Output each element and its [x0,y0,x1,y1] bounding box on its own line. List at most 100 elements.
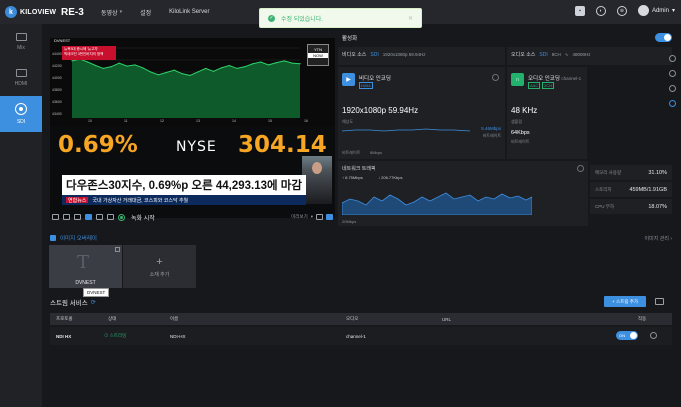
data-point [181,73,183,75]
data-point [173,69,175,71]
status-title: 활성화 [342,36,358,42]
chevron-down-icon: ▾ [310,214,313,219]
bitrate-mode-value: 8Mbps [370,150,383,155]
video-source-badge: SDI [370,51,379,58]
x-tick: 13 [196,119,200,123]
add-material-label: 소재 추가 [149,271,170,278]
image-icon[interactable] [85,214,92,220]
data-point [142,67,144,69]
headphone-icon: ∩ [511,73,524,86]
image-manage-link[interactable]: 이미지 관리 › [645,235,672,242]
video-bitrate-value: 5.46Mbps [481,126,501,131]
notification-icon[interactable]: ▪ [574,5,585,16]
volume-icon[interactable] [316,214,323,220]
overlay-item[interactable]: T DVNEST [49,245,122,288]
video-preview[interactable]: DVNEST 뉴욕3대 증시에 '뉴고자' 빅테크인 3번인버지의 정책 444… [50,38,335,218]
news-caption: 다우존스30지수, 0.69%p 오른 44,293.13에 마감 [62,175,306,195]
stream-toggle[interactable]: ON [616,331,638,340]
record-button[interactable]: 녹화 시작 [131,213,155,222]
data-point [267,64,270,66]
delete-icon[interactable] [650,332,657,339]
sidebar-item-sdi[interactable]: SDI [0,96,42,132]
add-material-button[interactable]: + 소재 추가 [123,245,196,288]
stat-value: 459MB/1.91GB [629,186,667,193]
fullscreen-icon[interactable] [326,214,333,220]
globe-icon[interactable] [577,165,584,172]
manage-label: 이미지 관리 [644,235,669,242]
top-icons: ▪ ◐ ⊕ Admin ▾ [574,5,675,16]
audio-bitrate: 64Kbps [511,130,530,136]
theme-icon[interactable]: ◐ [595,5,606,16]
add-stream-button[interactable]: + 스트림 추가 [604,296,646,307]
ytn-now: NOW [308,53,328,58]
column-header: 오디오 [346,316,359,321]
multiview-icon[interactable] [74,214,81,220]
check-icon: ✓ [268,14,275,22]
hdmi-icon [15,69,27,77]
sidebar-item-hdmi[interactable]: HDMI [0,60,42,96]
data-point [236,67,238,70]
mix-icon [15,33,27,41]
close-icon[interactable]: ✕ [408,15,413,22]
network-up: ↑ 6.75Mbps [342,175,363,180]
info-icon[interactable] [669,70,676,77]
sidebar: Mix HDMI SDI [0,24,42,407]
y-tick: 43600 [52,100,62,104]
table-row: NDI HX ⊙ 스트리밍 NDI-HX channel-1 ON [50,327,672,345]
grid-icon[interactable] [63,214,70,220]
nav-kilolink[interactable]: KiloLink Server [169,9,209,15]
preview-mode-label: 미리보기 [291,214,308,219]
x-tick: 14 [232,119,236,123]
nav-settings[interactable]: 설정 [140,8,151,17]
settings-icon[interactable] [669,55,676,62]
preview-mode[interactable]: 미리보기 ▾ [291,214,335,220]
target-icon[interactable] [669,100,676,107]
data-point [102,67,105,70]
ticker-text: 국내 가상자산 거래대금, 코스피와 코스닥 추월 [92,198,189,204]
video-bitrate-label: 비트레이트 [482,133,501,138]
audio-icon[interactable] [107,214,114,220]
refresh-icon[interactable]: ⟳ [91,299,96,306]
record-icon[interactable] [118,213,125,221]
nav-video[interactable]: 동영상 ▾ [101,8,122,17]
preview-headline-box: 뉴욕3대 증시에 '뉴고자' 빅테크인 3번인버지의 정책 [62,46,116,60]
brand-logo: k KILOVIEW [5,6,57,18]
audio-ch-chip: 2CH [542,82,555,89]
data-point [150,71,152,73]
signal-icon[interactable] [669,85,676,92]
sdi-icon [15,103,27,115]
nav-label: KiloLink Server [169,9,210,15]
network-traffic-graph [342,192,532,215]
cloud-icon[interactable] [96,214,103,220]
overlay-item-checkbox[interactable] [115,247,120,252]
folder-icon[interactable] [655,298,664,305]
data-point [283,60,285,62]
status-panel: 활성화 비디오 소스 SDI 1920x1080p 59.94Hz 오디오 소스… [338,32,676,226]
user-menu[interactable]: Admin ▾ [637,5,675,16]
audio-source-head: 오디오 소스 SDI 8CH ∿ 48000Hz [511,51,591,59]
data-point [299,63,301,65]
sidebar-item-label: HDMI [14,81,28,87]
layout-icon[interactable] [52,214,59,220]
data-point [228,64,230,67]
data-point [244,66,246,68]
gear-icon[interactable] [492,74,499,81]
news-ticker: 연합뉴스 국내 가상자산 거래대금, 코스피와 코스닥 추월 [62,195,306,205]
anchor-face [312,162,322,174]
sidebar-item-mix[interactable]: Mix [0,24,42,60]
row-audio: channel-1 [346,333,366,339]
column-header: 이름 [170,316,179,321]
y-tick: 43800 [52,88,62,92]
overlay-checkbox[interactable] [50,235,56,241]
audio-bitrate-label: 비트레이트 [511,139,530,144]
enable-toggle[interactable] [655,33,672,42]
language-icon[interactable]: ⊕ [616,5,627,16]
video-codec-chip: H264 [359,82,373,89]
memory-stat: 메모리 사용량 31.10% [590,165,672,180]
preview-toolbar: 녹화 시작 미리보기 ▾ [50,210,335,224]
main-content: DVNEST 뉴욕3대 증시에 '뉴고자' 빅테크인 3번인버지의 정책 444… [46,24,678,407]
network-traffic-card: 네트워크 트래픽 ↑ 6.75Mbps ↓ 206.77Kbps 20Mbps [338,161,588,226]
device-model: RE-3 [61,6,84,18]
y-tick: 43400 [52,112,62,116]
preview-nyse: NYSE [176,139,217,155]
